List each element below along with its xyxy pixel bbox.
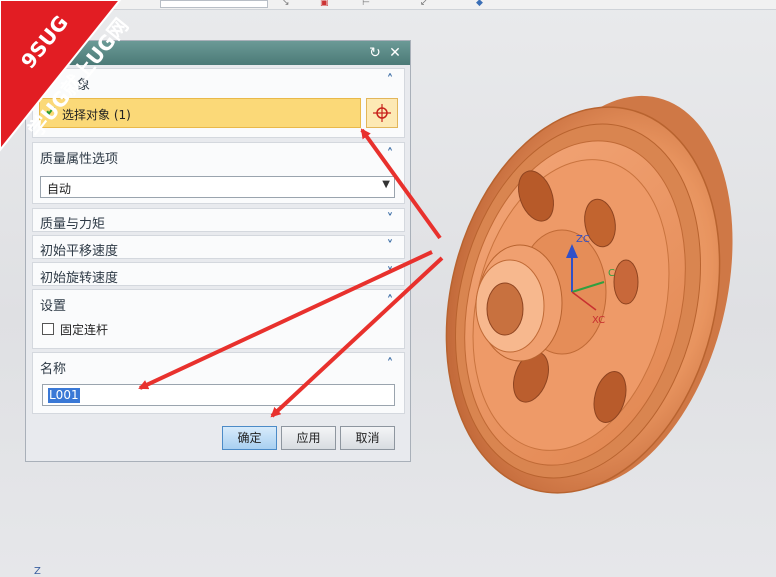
name-input-value: L001 xyxy=(48,388,80,403)
mass-props-label: 质量属性选项 xyxy=(40,152,119,167)
mass-props-section: 质量属性选项 ˄ 自动 ▼ xyxy=(32,142,405,204)
select-object-label: 选择对象 (1) xyxy=(62,108,131,122)
chevron-up-icon[interactable]: ˄ xyxy=(382,293,398,311)
fixed-link-checkbox[interactable] xyxy=(42,323,54,335)
objects-section: 象 ˄ ✔ 选择对象 (1) xyxy=(32,68,405,138)
crosshair-select-button[interactable] xyxy=(366,98,398,128)
chevron-down-icon[interactable]: ˅ xyxy=(382,211,398,229)
cancel-button[interactable]: 取消 xyxy=(340,426,395,450)
name-input[interactable]: L001 xyxy=(42,384,395,406)
init-rotation-section[interactable]: 初始旋转速度 ˅ xyxy=(32,262,405,286)
chevron-up-icon[interactable]: ˄ xyxy=(382,356,398,374)
apply-button[interactable]: 应用 xyxy=(281,426,336,450)
link-dialog: ↻ ✕ 象 ˄ ✔ 选择对象 (1) 质量属性选项 ˄ 自动 ▼ 质量与力矩 ˅… xyxy=(25,40,411,462)
mass-props-header[interactable]: 质量属性选项 ˄ xyxy=(33,143,404,169)
chevron-up-icon[interactable]: ˄ xyxy=(382,72,398,90)
triad-label-zc: ZC xyxy=(576,234,590,245)
fixed-link-label[interactable]: 固定连杆 xyxy=(60,321,108,338)
mass-props-dropdown-value: 自动 xyxy=(47,182,72,196)
name-header[interactable]: 名称 ˄ xyxy=(33,353,404,379)
chevron-down-icon[interactable]: ˅ xyxy=(382,265,398,283)
ok-button[interactable]: 确定 xyxy=(222,426,277,450)
dialog-title-bar[interactable]: ↻ ✕ xyxy=(26,41,410,65)
mass-force-section[interactable]: 质量与力矩 ˅ xyxy=(32,208,405,232)
crosshair-icon xyxy=(373,104,391,122)
objects-section-header[interactable]: 象 ˄ xyxy=(33,69,404,95)
reset-icon[interactable]: ↻ xyxy=(366,44,384,62)
select-object-row[interactable]: ✔ 选择对象 (1) xyxy=(39,98,361,128)
name-section: 名称 ˄ L001 xyxy=(32,352,405,414)
init-translation-section[interactable]: 初始平移速度 ˅ xyxy=(32,235,405,259)
dropdown-arrow-icon[interactable]: ▼ xyxy=(382,179,390,190)
chevron-down-icon[interactable]: ˅ xyxy=(382,238,398,256)
init-rotation-label: 初始旋转速度 xyxy=(40,271,119,286)
mass-force-label: 质量与力矩 xyxy=(40,217,106,232)
settings-section: 设置 ˄ 固定连杆 xyxy=(32,289,405,349)
triad-label-yc: C xyxy=(608,268,615,279)
hub-bore xyxy=(486,282,524,336)
name-label: 名称 xyxy=(40,362,67,377)
settings-label: 设置 xyxy=(40,299,67,314)
mass-props-dropdown[interactable]: 自动 ▼ xyxy=(40,176,395,198)
spoke-hole xyxy=(613,259,639,305)
close-icon[interactable]: ✕ xyxy=(386,44,404,62)
chevron-up-icon[interactable]: ˄ xyxy=(382,146,398,164)
settings-header[interactable]: 设置 ˄ xyxy=(33,290,404,316)
init-translation-label: 初始平移速度 xyxy=(40,244,119,259)
objects-section-label: 象 xyxy=(77,78,91,93)
checkmark-icon: ✔ xyxy=(45,104,57,120)
corner-axis-label: Z xyxy=(34,566,41,577)
triad-label-xc: XC xyxy=(592,315,605,326)
